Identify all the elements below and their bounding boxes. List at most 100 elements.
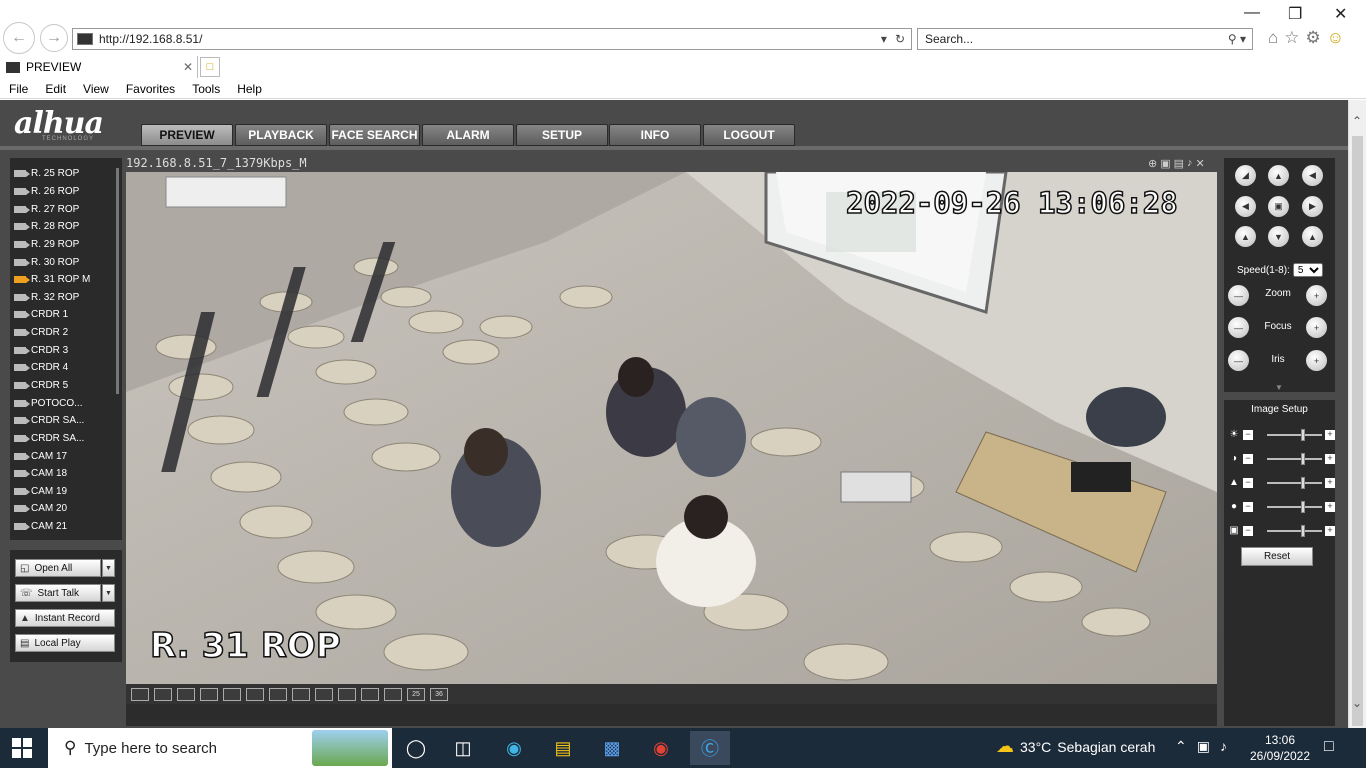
tab-alarm[interactable]: ALARM <box>422 124 514 146</box>
tab-logout[interactable]: LOGOUT <box>703 124 795 146</box>
search-box[interactable]: Search... ⚲ ▾ <box>917 28 1253 50</box>
channel-item[interactable]: CRDR 1 <box>14 306 114 324</box>
layout-6-icon[interactable] <box>269 687 287 701</box>
decrease-button[interactable]: − <box>1243 477 1253 488</box>
decrease-button[interactable]: − <box>1243 429 1253 440</box>
iris-open-button[interactable]: + <box>1306 350 1327 371</box>
speed-select[interactable]: 5 <box>1292 263 1323 277</box>
channel-item[interactable]: R. 25 ROP <box>14 165 114 183</box>
layout-20-icon[interactable] <box>384 687 402 701</box>
menu-favorites[interactable]: Favorites <box>117 82 183 96</box>
refresh-icon[interactable]: ↻ <box>895 32 905 46</box>
channel-item[interactable]: R. 29 ROP <box>14 236 114 254</box>
focus-in-button[interactable]: + <box>1306 317 1327 338</box>
windows-start-icon[interactable] <box>12 738 32 758</box>
channel-item[interactable]: CAM 20 <box>14 500 114 518</box>
collapse-arrow-icon[interactable]: ▼ <box>1275 383 1283 392</box>
slider-track[interactable] <box>1267 500 1322 513</box>
tab-preview[interactable]: PREVIEW <box>141 124 233 146</box>
internet-explorer-icon[interactable]: Ⓒ <box>690 731 730 765</box>
ptz-up-left-button[interactable]: ◢ <box>1235 165 1256 186</box>
channel-item[interactable]: CAM 19 <box>14 483 114 501</box>
scroll-thumb[interactable] <box>1352 136 1363 726</box>
channel-item[interactable]: CRDR SA... <box>14 430 114 448</box>
expand-icon[interactable] <box>177 687 195 701</box>
store-icon[interactable]: ▩ <box>592 731 632 765</box>
record-icon[interactable]: ▤ <box>1174 157 1184 170</box>
zoom-in-icon[interactable]: ⊕ <box>1148 157 1157 170</box>
focus-out-button[interactable]: — <box>1228 317 1249 338</box>
open-all-button[interactable]: ◱ Open All <box>15 559 101 577</box>
open-all-dropdown[interactable]: ▼ <box>102 559 115 577</box>
ptz-down-button[interactable]: ▼ <box>1268 226 1289 247</box>
mute-icon[interactable]: ♪ <box>1220 738 1227 755</box>
scroll-down-icon[interactable]: ⌄ <box>1352 696 1362 710</box>
channel-item[interactable]: R. 30 ROP <box>14 253 114 271</box>
forward-button[interactable]: → <box>40 24 68 52</box>
slider-knob[interactable] <box>1300 524 1305 537</box>
ptz-down-right-button[interactable]: ▲ <box>1302 226 1323 247</box>
increase-button[interactable]: + <box>1325 429 1335 440</box>
slider-knob[interactable] <box>1300 452 1305 465</box>
slider-track[interactable] <box>1267 452 1322 465</box>
channel-item[interactable]: CRDR 5 <box>14 377 114 395</box>
menu-tools[interactable]: Tools <box>183 82 228 96</box>
tab-setup[interactable]: SETUP <box>516 124 608 146</box>
layout-8-icon[interactable] <box>292 687 310 701</box>
taskbar-clock[interactable]: 13:06 26/09/2022 <box>1248 732 1312 764</box>
task-view-icon[interactable]: ◫ <box>443 731 483 765</box>
chevron-up-icon[interactable]: ⌃ <box>1175 738 1187 755</box>
menu-help[interactable]: Help <box>228 82 270 96</box>
home-icon[interactable]: ⌂ <box>1268 28 1278 48</box>
fullscreen-icon[interactable] <box>131 687 149 701</box>
page-scrollbar[interactable]: ⌃ ⌄ <box>1348 100 1366 728</box>
slider-knob[interactable] <box>1300 476 1305 489</box>
slider-track[interactable] <box>1267 428 1322 441</box>
audio-icon[interactable]: ♪ <box>1187 157 1193 170</box>
channel-item[interactable]: CAM 17 <box>14 447 114 465</box>
increase-button[interactable]: + <box>1325 453 1335 464</box>
channel-item[interactable]: CRDR 3 <box>14 341 114 359</box>
layout-13-icon[interactable] <box>338 687 356 701</box>
channel-item[interactable]: CRDR 4 <box>14 359 114 377</box>
decrease-button[interactable]: − <box>1243 453 1253 464</box>
close-window-icon[interactable]: ✕ <box>1334 4 1347 24</box>
tab-playback[interactable]: PLAYBACK <box>235 124 327 146</box>
channel-item[interactable]: CRDR SA... <box>14 412 114 430</box>
decrease-button[interactable]: − <box>1243 525 1253 536</box>
ptz-left-button[interactable]: ◀ <box>1235 196 1256 217</box>
cortana-icon[interactable]: ◯ <box>396 731 436 765</box>
snapshot-icon[interactable]: ▣ <box>1160 157 1170 170</box>
tab-face-search[interactable]: FACE SEARCH <box>329 124 420 146</box>
dropdown-arrow-icon[interactable]: ▾ <box>881 32 887 46</box>
search-icon[interactable]: ⚲ ▾ <box>1228 32 1252 46</box>
channel-item[interactable]: CRDR 2 <box>14 324 114 342</box>
favorites-star-icon[interactable]: ☆ <box>1284 28 1299 48</box>
channel-item[interactable]: POTOCO... <box>14 394 114 412</box>
tab-close-icon[interactable]: ✕ <box>183 60 193 74</box>
channel-item[interactable]: R. 28 ROP <box>14 218 114 236</box>
reset-button[interactable]: Reset <box>1241 547 1313 566</box>
network-icon[interactable]: ▣ <box>1197 738 1210 755</box>
menu-edit[interactable]: Edit <box>36 82 74 96</box>
channel-item[interactable]: R. 26 ROP <box>14 183 114 201</box>
channel-item[interactable]: R. 31 ROP M <box>14 271 114 289</box>
layout-36-button[interactable]: 36 <box>430 687 448 701</box>
channel-scrollbar[interactable] <box>116 168 119 394</box>
notification-icon[interactable]: □ <box>1324 738 1334 756</box>
smiley-icon[interactable]: ☺ <box>1327 28 1344 48</box>
decrease-button[interactable]: − <box>1243 501 1253 512</box>
window-icon[interactable] <box>200 687 218 701</box>
slider-track[interactable] <box>1267 524 1322 537</box>
start-talk-button[interactable]: ☏ Start Talk <box>15 584 101 602</box>
chrome-icon[interactable]: ◉ <box>641 731 681 765</box>
zoom-in-button[interactable]: + <box>1306 285 1327 306</box>
local-play-button[interactable]: ▤ Local Play <box>15 634 115 652</box>
iris-close-button[interactable]: — <box>1228 350 1249 371</box>
instant-record-button[interactable]: ▲ Instant Record <box>15 609 115 627</box>
ptz-right-button[interactable]: ▶ <box>1302 196 1323 217</box>
layout-1-icon[interactable] <box>223 687 241 701</box>
edge-icon[interactable]: ◉ <box>494 731 534 765</box>
layout-4-icon[interactable] <box>246 687 264 701</box>
fit-icon[interactable] <box>154 687 172 701</box>
